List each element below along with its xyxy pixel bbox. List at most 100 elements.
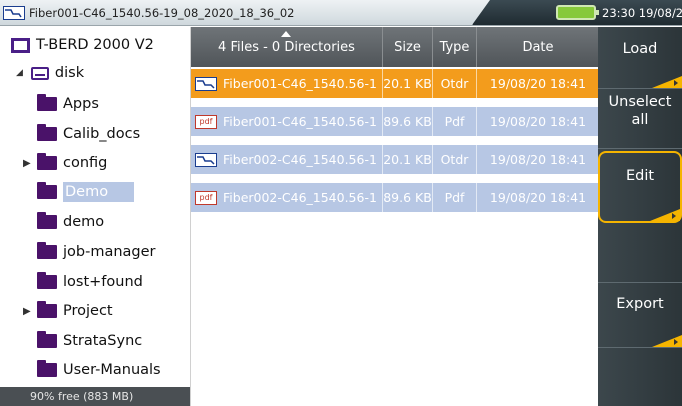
tree-item-label: Apps (63, 96, 99, 112)
export-button[interactable]: Export (598, 283, 682, 348)
collapse-arrow-icon[interactable]: ◢ (16, 68, 23, 78)
otdr-file-icon (3, 5, 25, 20)
folder-icon (37, 242, 57, 259)
tree-item-project[interactable]: ▶ Project (23, 298, 113, 324)
table-header: 4 Files - 0 Directories Size Type Date (191, 27, 599, 67)
device-icon (11, 37, 30, 53)
file-size: 20.1 KB (383, 145, 433, 174)
expand-arrow-icon[interactable]: ▶ (23, 306, 31, 317)
column-header-label: Date (522, 39, 554, 55)
file-date: 19/08/20 18:41 (489, 76, 587, 91)
folder-icon (37, 360, 57, 377)
table-row[interactable]: Fiber001-C46_1540.56-1 20.1 KB Otdr 19/0… (191, 69, 599, 98)
file-date: 19/08/20 18:41 (489, 152, 587, 167)
file-size: 20.1 KB (383, 69, 433, 98)
tree-root-label: T-BERD 2000 V2 (36, 37, 154, 53)
tree-item-demo[interactable]: demo (37, 209, 104, 235)
file-size: 89.6 KB (383, 107, 433, 136)
table-row[interactable]: pdf Fiber002-C46_1540.56-1 89.6 KB Pdf 1… (191, 183, 599, 212)
tree-item-label: Calib_docs (63, 126, 141, 142)
folder-icon (37, 94, 57, 111)
tree-item-label: Project (63, 303, 113, 319)
column-header-label: Type (439, 39, 470, 55)
tree-item-apps[interactable]: Apps (37, 91, 99, 117)
unselect-all-label-line2: all (631, 112, 649, 128)
pdf-file-icon: pdf (195, 190, 217, 205)
tree-disk-label: disk (54, 65, 85, 81)
file-type: Otdr (433, 69, 477, 98)
folder-icon (37, 272, 57, 289)
softkey-empty[interactable] (598, 223, 682, 283)
export-button-label: Export (616, 296, 664, 312)
file-size: 89.6 KB (383, 183, 433, 212)
folder-icon (37, 153, 57, 170)
folder-icon (37, 301, 57, 318)
status-bar: Fiber001-C46_1540.56-19_08_2020_18_36_02… (0, 0, 682, 26)
softkey-arrow-icon (652, 335, 682, 347)
load-button[interactable]: Load (598, 27, 682, 89)
file-name: Fiber002-C46_1540.56-1 (223, 152, 377, 167)
battery-icon (556, 5, 599, 20)
file-date: 19/08/20 18:41 (489, 114, 587, 129)
otdr-file-icon (195, 152, 217, 167)
file-date: 19/08/20 18:41 (489, 190, 587, 205)
tree-item-lost-found[interactable]: lost+found (37, 269, 143, 295)
expand-arrow-icon[interactable]: ▶ (23, 158, 31, 169)
drive-icon (30, 66, 49, 80)
tree-node-disk[interactable]: ◢ disk (16, 65, 84, 81)
column-header-date[interactable]: Date (477, 27, 599, 67)
load-button-label: Load (622, 41, 658, 57)
tree-item-label: Demo (63, 182, 135, 202)
edit-button[interactable]: Edit (598, 151, 682, 223)
folder-icon (37, 124, 57, 141)
folder-tree: T-BERD 2000 V2 ◢ disk Apps Calib_docs ▶ … (0, 27, 190, 387)
file-name-cell: Fiber001-C46_1540.56-1 (191, 69, 383, 98)
pdf-file-icon: pdf (195, 114, 217, 129)
file-name: Fiber001-C46_1540.56-1 (223, 76, 377, 91)
tree-item-demo-selected[interactable]: Demo (37, 179, 135, 205)
file-name: Fiber001-C46_1540.56-1 (223, 114, 377, 129)
tree-root-device[interactable]: T-BERD 2000 V2 (11, 37, 154, 53)
column-header-type[interactable]: Type (433, 27, 477, 67)
file-name: Fiber002-C46_1540.56-1 (223, 190, 377, 205)
tree-item-stratasync[interactable]: StrataSync (37, 328, 142, 354)
column-header-size[interactable]: Size (383, 27, 433, 67)
tree-item-user-manuals[interactable]: User-Manuals (37, 357, 161, 383)
unselect-all-button[interactable]: Unselect all (598, 89, 682, 149)
edit-button-label: Edit (625, 168, 655, 184)
file-name-cell: pdf Fiber001-C46_1540.56-1 (191, 107, 383, 136)
file-table: 4 Files - 0 Directories Size Type Date F… (190, 27, 599, 406)
softkey-panel: Load Unselect all Edit Export (598, 27, 682, 406)
table-row[interactable]: Fiber002-C46_1540.56-1 20.1 KB Otdr 19/0… (191, 145, 599, 174)
column-header-label: Size (394, 39, 421, 55)
file-name-cell: Fiber002-C46_1540.56-1 (191, 145, 383, 174)
tree-item-config[interactable]: ▶ config (23, 150, 108, 176)
column-header-name[interactable]: 4 Files - 0 Directories (191, 27, 383, 67)
disk-free-space: 90% free (883 MB) (0, 387, 190, 406)
tree-item-label: config (63, 155, 108, 171)
unselect-all-label-line1: Unselect (608, 94, 672, 110)
softkey-empty[interactable] (598, 348, 682, 406)
softkey-arrow-icon (652, 76, 682, 88)
tree-item-job-manager[interactable]: job-manager (37, 239, 156, 265)
folder-icon (37, 182, 57, 199)
tree-item-calib-docs[interactable]: Calib_docs (37, 121, 140, 147)
tree-item-label: User-Manuals (63, 362, 161, 378)
tree-item-label: lost+found (63, 274, 143, 290)
column-header-label: 4 Files - 0 Directories (218, 39, 355, 55)
sort-ascending-icon (280, 31, 291, 37)
file-name-cell: pdf Fiber002-C46_1540.56-1 (191, 183, 383, 212)
file-type: Pdf (433, 107, 477, 136)
softkey-arrow-icon (650, 209, 680, 221)
table-row[interactable]: pdf Fiber001-C46_1540.56-1 89.6 KB Pdf 1… (191, 107, 599, 136)
tree-item-label: job-manager (63, 244, 156, 260)
current-file-title: Fiber001-C46_1540.56-19_08_2020_18_36_02 (29, 5, 295, 20)
file-manager-screen: Fiber001-C46_1540.56-19_08_2020_18_36_02… (0, 0, 682, 406)
folder-icon (37, 212, 57, 229)
file-type: Otdr (433, 145, 477, 174)
tree-item-label: StrataSync (63, 333, 143, 349)
clock: 23:30 19/08/2020 (602, 6, 682, 20)
folder-icon (37, 331, 57, 348)
otdr-file-icon (195, 76, 217, 91)
tree-item-label: demo (63, 214, 105, 230)
